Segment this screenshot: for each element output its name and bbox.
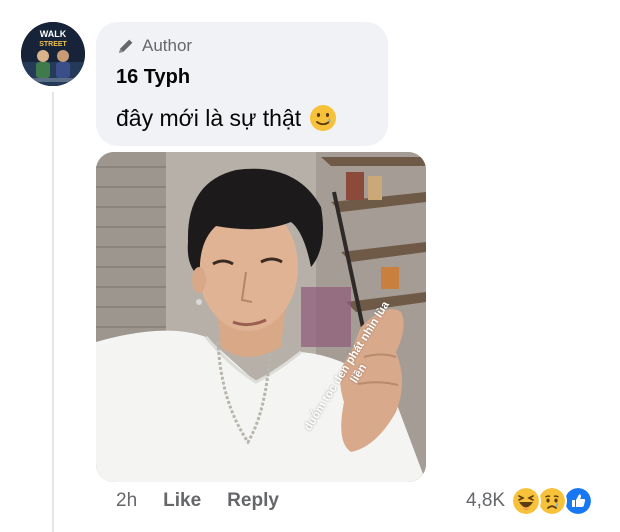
comment-message: đây mới là sự thật: [116, 104, 337, 132]
pen-icon: [116, 36, 136, 56]
reaction-count: 4,8K: [466, 490, 506, 511]
comment-timestamp[interactable]: 2h: [116, 490, 137, 512]
author-badge-label: Author: [142, 36, 193, 55]
thread-line: [52, 92, 54, 532]
like-button[interactable]: Like: [163, 490, 201, 512]
comment-actions: 2h Like Reply: [116, 490, 279, 512]
smiling-face-with-tear-icon: [309, 104, 337, 132]
avatar[interactable]: WALK STREET: [21, 22, 85, 86]
like-icon: [563, 486, 594, 516]
reactions-summary[interactable]: 4,8K: [466, 484, 594, 518]
reply-button[interactable]: Reply: [227, 490, 279, 512]
avatar-text-line2: STREET: [39, 41, 67, 48]
comment-text: đây mới là sự thật: [116, 104, 302, 131]
sad-icon: [537, 486, 568, 516]
author-name[interactable]: 16 Typh: [116, 66, 190, 89]
avatar-image: WALK STREET: [21, 22, 85, 86]
comment-bubble: Author 16 Typh đây mới là sự thật: [96, 22, 388, 146]
author-badge: Author: [116, 36, 192, 56]
haha-icon: [511, 486, 542, 516]
reaction-icons: [511, 485, 594, 517]
avatar-text-line1: WALK: [40, 29, 67, 39]
